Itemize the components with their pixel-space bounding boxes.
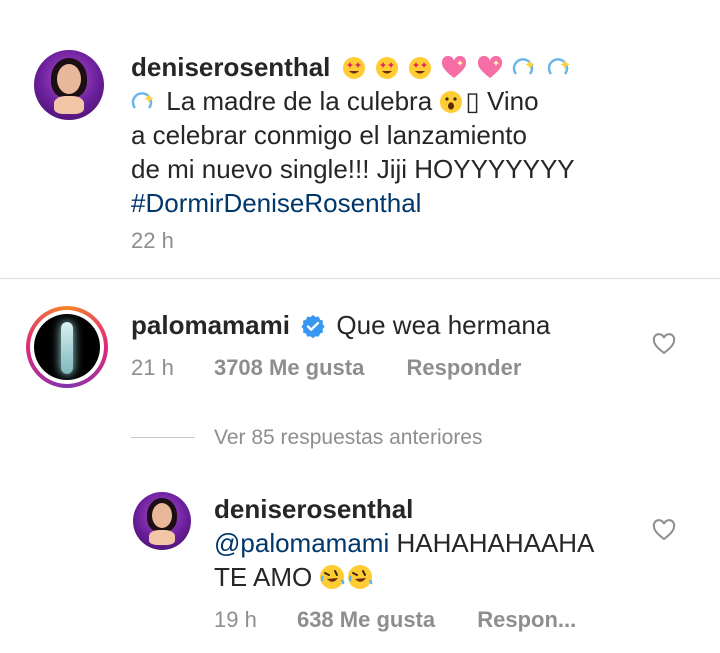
comment-time: 21 h xyxy=(131,355,174,380)
dizzy-emoji-icon xyxy=(547,58,570,75)
reply-meta: 19 h 638 Me gusta Respon... xyxy=(214,607,576,633)
divider xyxy=(0,278,720,279)
reply-time: 19 h xyxy=(214,607,257,632)
star-struck-emoji-icon xyxy=(375,57,398,79)
dizzy-emoji-icon xyxy=(512,58,535,75)
reply-likes[interactable]: 638 Me gusta xyxy=(297,607,435,632)
heart-icon xyxy=(652,333,676,355)
reply-text-2: TE AMO xyxy=(214,562,313,592)
comment-text: Que wea hermana xyxy=(336,310,551,340)
rolling-laughing-emoji-icon xyxy=(320,565,345,589)
reply-like-button[interactable] xyxy=(652,518,676,542)
reply-text-1: HAHAHAHAAHA xyxy=(396,528,595,558)
sparkling-heart-emoji-icon xyxy=(477,56,502,78)
comment-avatar xyxy=(34,314,100,380)
view-replies-button[interactable]: Ver 85 respuestas anteriores xyxy=(214,426,483,450)
caption-username[interactable]: deniserosenthal xyxy=(131,52,330,82)
astonished-emoji-icon xyxy=(440,91,463,113)
comment-like-button[interactable] xyxy=(652,332,676,356)
heart-icon xyxy=(652,519,676,541)
caption-time: 22 h xyxy=(131,228,174,253)
comment-reply-button[interactable]: Responder xyxy=(406,355,521,380)
caption-text-2-tail: Vino xyxy=(486,86,539,116)
dizzy-emoji-icon xyxy=(131,92,154,109)
verified-badge-icon xyxy=(301,315,325,339)
reply-avatar[interactable] xyxy=(133,492,191,550)
comment-line: palomamami Que wea hermana xyxy=(131,308,550,342)
caption-line-3: a celebrar conmigo el lanzamiento xyxy=(131,120,527,150)
reply-username[interactable]: deniserosenthal xyxy=(214,492,644,526)
star-struck-emoji-icon xyxy=(342,57,365,79)
reply-reply-button[interactable]: Respon... xyxy=(477,607,576,632)
sparkling-heart-emoji-icon xyxy=(442,56,467,78)
caption-hashtag[interactable]: #DormirDeniseRosenthal xyxy=(131,186,691,220)
star-struck-emoji-icon xyxy=(409,57,432,79)
caption-text-2: La madre de la culebra xyxy=(166,86,433,116)
rolling-laughing-emoji-icon xyxy=(348,565,373,589)
comment-meta: 21 h 3708 Me gusta Responder xyxy=(131,355,521,381)
caption-line-1: deniserosenthal xyxy=(131,50,691,84)
reply-line-3: TE AMO xyxy=(214,560,644,594)
comment-likes[interactable]: 3708 Me gusta xyxy=(214,355,364,380)
caption-line-2: La madre de la culebra ▯ Vino xyxy=(131,84,691,118)
comment-avatar-story-ring[interactable] xyxy=(26,306,108,388)
reply-line-2: @palomamami HAHAHAHAAHA xyxy=(214,526,644,560)
caption-emoji-row xyxy=(342,52,575,82)
comment-username[interactable]: palomamami xyxy=(131,310,290,340)
missing-glyph: ▯ xyxy=(465,86,480,116)
reply-text: deniserosenthal @palomamami HAHAHAHAAHA … xyxy=(214,492,644,594)
view-replies-line xyxy=(131,437,195,438)
caption-text: deniserosenthal La madre de la culebra ▯… xyxy=(131,50,691,220)
caption-line-4: de mi nuevo single!!! Jiji HOYYYYYYY xyxy=(131,154,575,184)
caption-avatar[interactable] xyxy=(34,50,104,120)
reply-mention[interactable]: @palomamami xyxy=(214,528,389,558)
